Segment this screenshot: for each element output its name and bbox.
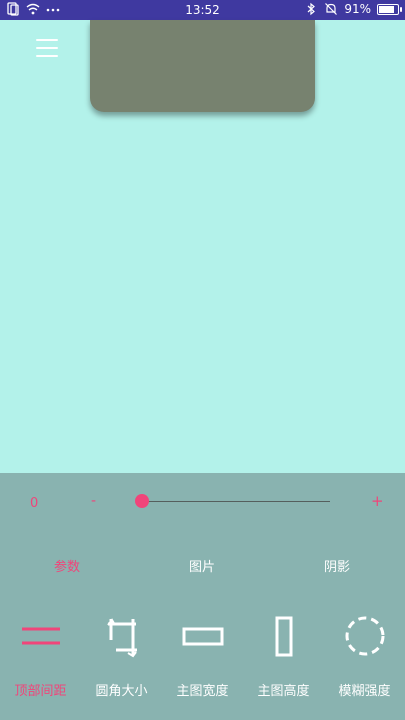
slider-track[interactable] <box>142 501 330 502</box>
height-icon <box>275 616 292 657</box>
slider-thumb[interactable] <box>135 494 149 508</box>
tool-label: 圆角大小 <box>95 684 148 699</box>
slider-increase-button[interactable]: + <box>371 492 384 510</box>
slider-decrease-button[interactable]: - <box>91 493 96 509</box>
battery-percent: 91% <box>344 2 371 16</box>
bluetooth-icon <box>307 2 316 16</box>
slider-value: 0 <box>30 496 39 511</box>
tool-width[interactable]: 主图宽度 <box>162 612 243 699</box>
tab-image[interactable]: 图片 <box>162 556 242 575</box>
width-icon <box>182 627 223 646</box>
tool-corner-radius[interactable]: 圆角大小 <box>81 612 162 699</box>
status-bar: 13:52 91% <box>0 0 405 20</box>
top-spacing-icon <box>21 627 60 645</box>
tab-shadow[interactable]: 阴影 <box>297 556 377 575</box>
mute-icon <box>325 3 338 15</box>
tool-label: 主图宽度 <box>176 684 229 699</box>
battery-icon <box>377 3 402 15</box>
blur-icon <box>345 616 384 656</box>
status-right-icons: 91% <box>304 2 402 16</box>
tool-top-spacing[interactable]: 顶部间距 <box>0 612 81 699</box>
tool-height[interactable]: 主图高度 <box>243 612 324 699</box>
tab-params[interactable]: 参数 <box>27 556 107 575</box>
tool-label: 主图高度 <box>257 684 310 699</box>
menu-button[interactable] <box>36 36 60 60</box>
preview-card <box>90 20 315 112</box>
tool-label: 模糊强度 <box>338 684 391 699</box>
battery-fill <box>379 5 395 13</box>
corner-radius-icon <box>106 618 137 658</box>
tool-blur[interactable]: 模糊强度 <box>324 612 405 699</box>
tool-label: 顶部间距 <box>14 684 67 699</box>
